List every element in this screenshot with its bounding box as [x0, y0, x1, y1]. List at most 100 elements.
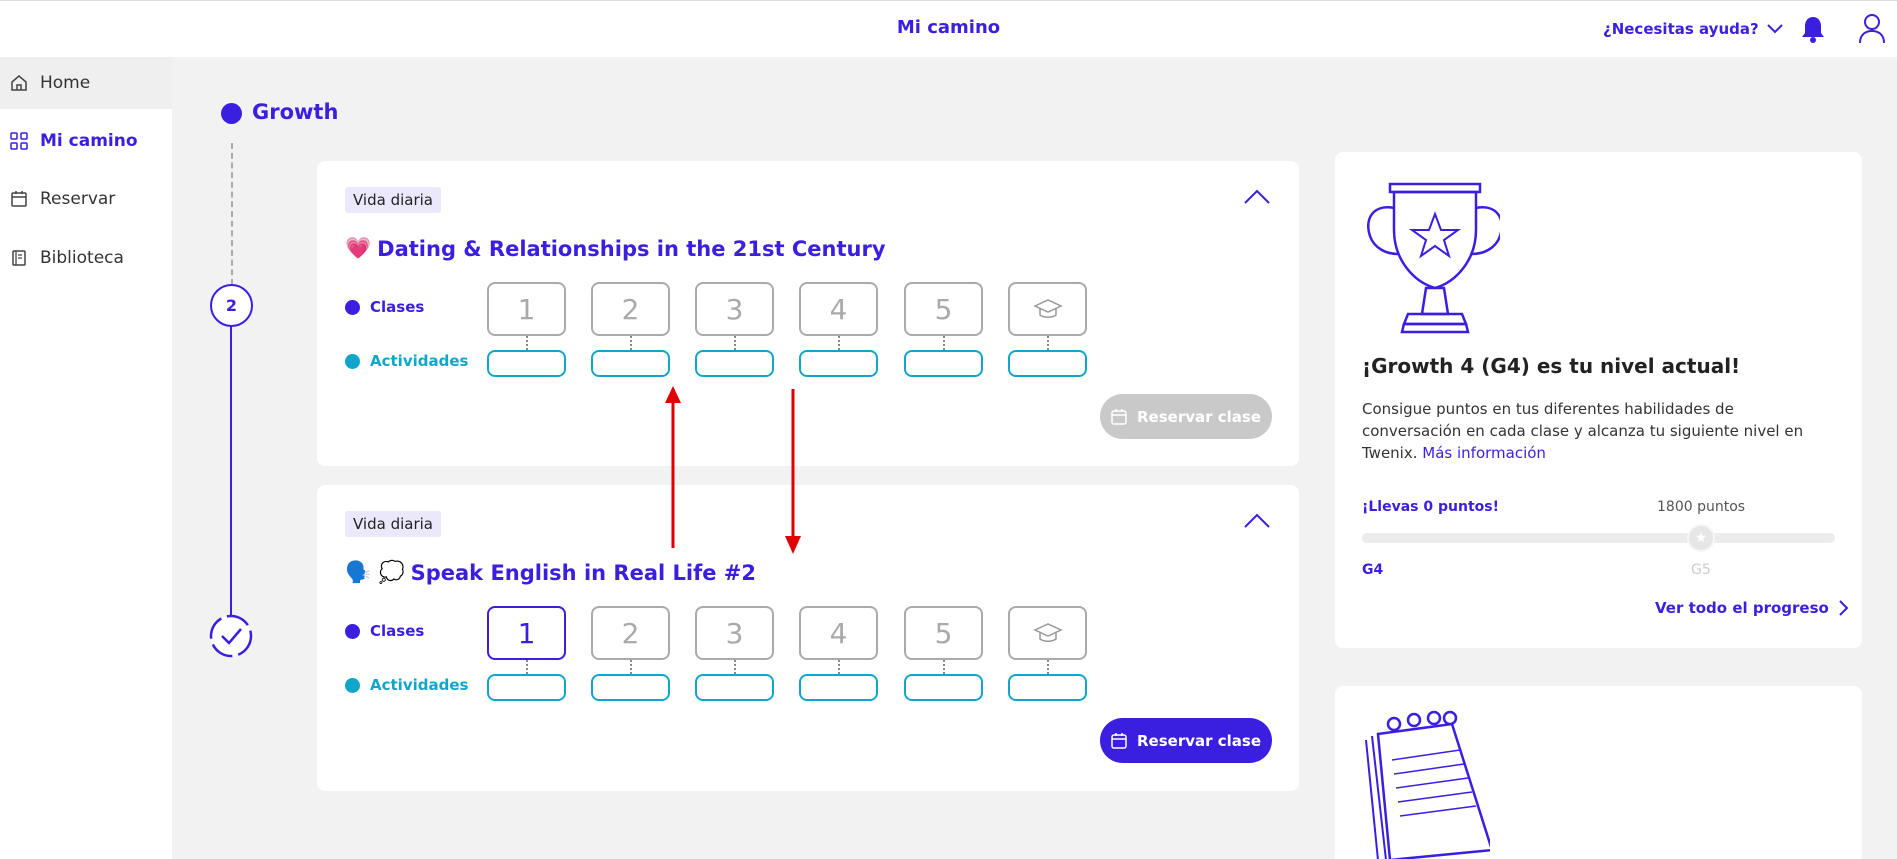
user-icon[interactable]: [1858, 13, 1886, 45]
connector: [526, 660, 528, 674]
book-icon: [12, 250, 26, 266]
next-level: G5: [1691, 562, 1711, 578]
top-bar: Mi camino ¿Necesitas ayuda?: [0, 0, 1897, 57]
sidebar-item-label: Biblioteca: [40, 248, 124, 268]
step-number: 2: [210, 284, 253, 327]
classes-label: Clases: [345, 298, 424, 316]
course-title-text: Speak English in Real Life #2: [410, 560, 756, 585]
class-box[interactable]: 2: [591, 606, 670, 660]
chevron-up-icon[interactable]: [1243, 513, 1271, 529]
connector: [838, 336, 840, 350]
classes-label-text: Clases: [370, 298, 425, 316]
class-box[interactable]: 5: [904, 282, 983, 336]
graduation-box[interactable]: [1008, 282, 1087, 336]
classes-label: Clases: [345, 622, 424, 640]
sidebar: Home Mi camino Reservar Biblioteca: [0, 57, 172, 859]
sidebar-item-label: Mi camino: [40, 131, 138, 151]
course-emoji: 💗: [345, 236, 372, 260]
sidebar-item-label: Reservar: [40, 189, 116, 209]
help-dropdown[interactable]: ¿Necesitas ayuda?: [1603, 20, 1783, 38]
progress-track: [1362, 533, 1835, 543]
sidebar-item-label: Home: [40, 73, 91, 93]
timeline-dashed-line: [231, 143, 233, 285]
timeline-line: [230, 325, 232, 615]
activities-label-text: Actividades: [370, 352, 469, 370]
level-title: ¡Growth 4 (G4) es tu nivel actual!: [1362, 354, 1741, 378]
connector: [734, 660, 736, 674]
class-box[interactable]: 1: [487, 282, 566, 336]
class-box[interactable]: 4: [799, 282, 878, 336]
connector: [734, 336, 736, 350]
course-emoji: 🗣️ 💭: [345, 560, 405, 584]
points-target: 1800 puntos: [1657, 499, 1746, 515]
chevron-down-icon: [1766, 24, 1783, 34]
class-box[interactable]: 4: [799, 606, 878, 660]
activity-box[interactable]: [1008, 350, 1087, 377]
reserve-class-button[interactable]: Reservar clase: [1100, 394, 1272, 439]
activities-label: Actividades: [345, 676, 468, 694]
stage-label: Growth: [252, 100, 339, 124]
class-box[interactable]: 3: [695, 282, 774, 336]
check-circle-icon: [209, 614, 253, 658]
view-progress-link[interactable]: Ver todo el progreso: [1655, 599, 1848, 617]
activity-box[interactable]: [591, 350, 670, 377]
view-progress-label: Ver todo el progreso: [1655, 599, 1829, 617]
activity-box[interactable]: [487, 674, 566, 701]
connector: [630, 660, 632, 674]
points-label: ¡Llevas 0 puntos!: [1362, 499, 1499, 515]
connector: [526, 336, 528, 350]
calendar-icon: [1111, 408, 1127, 425]
activity-box[interactable]: [695, 674, 774, 701]
reserve-class-button[interactable]: Reservar clase: [1100, 718, 1272, 763]
course-tag: Vida diaria: [345, 511, 441, 537]
sidebar-item-mi-camino[interactable]: Mi camino: [0, 115, 172, 167]
bell-icon[interactable]: [1800, 15, 1826, 43]
level-description: Consigue puntos en tus diferentes habili…: [1362, 398, 1837, 464]
activities-label: Actividades: [345, 352, 468, 370]
grid-icon: [10, 132, 28, 150]
calendar-icon: [11, 191, 27, 207]
calendar-icon: [1111, 732, 1127, 749]
activity-box[interactable]: [1008, 674, 1087, 701]
reserve-label: Reservar clase: [1137, 407, 1261, 426]
connector: [943, 336, 945, 350]
star-icon: ★: [1687, 524, 1715, 552]
connector: [630, 336, 632, 350]
graduation-box[interactable]: [1008, 606, 1087, 660]
activities-label-text: Actividades: [370, 676, 469, 694]
activity-box[interactable]: [591, 674, 670, 701]
course-title-text: Dating & Relationships in the 21st Centu…: [377, 236, 886, 261]
sidebar-item-biblioteca[interactable]: Biblioteca: [0, 232, 172, 284]
class-box[interactable]: 3: [695, 606, 774, 660]
more-info-link[interactable]: Más información: [1422, 444, 1546, 462]
activity-box[interactable]: [799, 350, 878, 377]
activity-box[interactable]: [799, 674, 878, 701]
connector: [1047, 336, 1049, 350]
level-card: ¡Growth 4 (G4) es tu nivel actual! Consi…: [1335, 152, 1862, 648]
arrow-up-annotation: [665, 386, 681, 548]
current-level: G4: [1362, 562, 1384, 578]
connector: [1047, 660, 1049, 674]
class-box-current[interactable]: 1: [487, 606, 566, 660]
activities-dot: [345, 353, 360, 369]
home-icon: [11, 75, 27, 91]
connector: [943, 660, 945, 674]
class-box[interactable]: 5: [904, 606, 983, 660]
sidebar-item-reservar[interactable]: Reservar: [0, 173, 172, 225]
classes-dot: [345, 299, 360, 315]
course-title[interactable]: 💗 Dating & Relationships in the 21st Cen…: [345, 236, 886, 261]
activity-box[interactable]: [695, 350, 774, 377]
course-tag: Vida diaria: [345, 187, 441, 213]
connector: [838, 660, 840, 674]
course-title[interactable]: 🗣️ 💭 Speak English in Real Life #2: [345, 560, 756, 585]
activities-dot: [345, 677, 360, 693]
graduation-cap-icon: [1032, 623, 1063, 642]
activity-box[interactable]: [487, 350, 566, 377]
classes-dot: [345, 623, 360, 639]
activity-box[interactable]: [904, 674, 983, 701]
class-box[interactable]: 2: [591, 282, 670, 336]
help-label: ¿Necesitas ayuda?: [1603, 20, 1759, 38]
activity-box[interactable]: [904, 350, 983, 377]
chevron-up-icon[interactable]: [1243, 189, 1271, 205]
sidebar-item-home[interactable]: Home: [0, 57, 172, 109]
